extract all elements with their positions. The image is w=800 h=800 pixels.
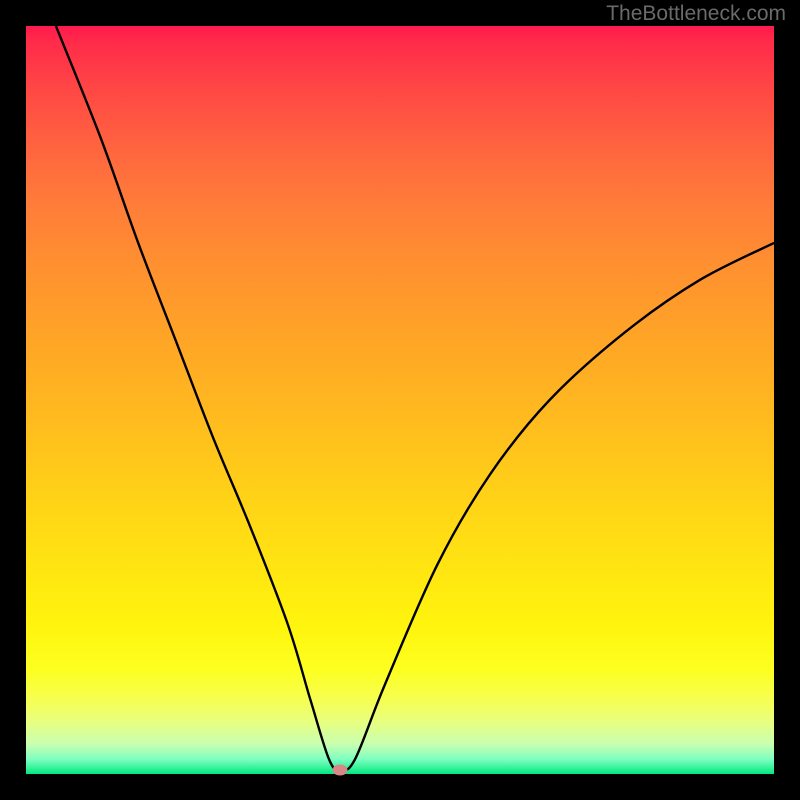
curve-svg — [26, 26, 774, 774]
bottleneck-curve — [56, 26, 774, 771]
optimal-marker — [333, 765, 348, 776]
watermark-text: TheBottleneck.com — [606, 2, 786, 26]
chart-plot-area — [26, 26, 774, 774]
